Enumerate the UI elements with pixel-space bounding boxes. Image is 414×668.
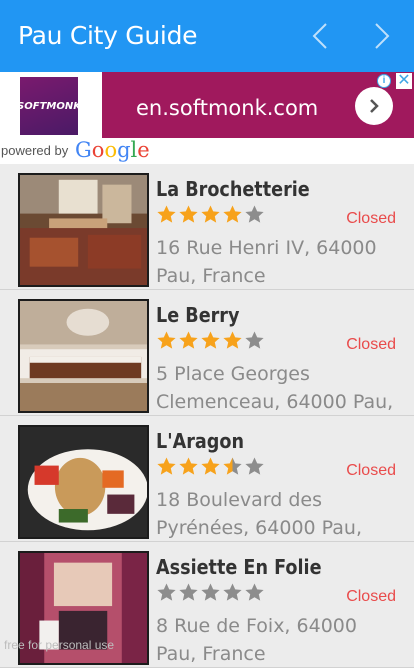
place-name: L'Aragon [156, 429, 244, 453]
star-filled-icon [157, 457, 176, 475]
star-empty-icon [245, 331, 264, 349]
star-empty-icon [223, 583, 242, 601]
softmonk-logo: SOFTMONK [17, 77, 81, 135]
next-button[interactable] [364, 18, 400, 54]
star-empty-icon [179, 583, 198, 601]
place-address: 18 Boulevard des Pyrénées, 64000 Pau, [156, 489, 362, 539]
star-empty-icon [201, 583, 220, 601]
star-empty-icon [245, 205, 264, 223]
ad-banner[interactable]: SOFTMONK en.softmonk.com i ✕ [0, 72, 414, 138]
chevron-right-icon [370, 99, 379, 113]
list-item[interactable]: L'Aragon Closed 18 Boulevard des Pyrénée… [0, 416, 414, 542]
ad-domain: en.softmonk.com [136, 96, 319, 120]
star-empty-icon [245, 583, 264, 601]
google-logo: Google [75, 138, 150, 162]
rating-stars [156, 204, 265, 226]
star-filled-icon [223, 205, 242, 223]
ad-logo-box: SOFTMONK [0, 72, 102, 138]
star-filled-icon [157, 331, 176, 349]
star-filled-icon [201, 457, 220, 475]
app-title: Pau City Guide [18, 21, 198, 50]
star-filled-icon [201, 205, 220, 223]
place-name: Le Berry [156, 303, 240, 327]
powered-by-text: powered by [1, 143, 69, 158]
star-filled-icon [223, 331, 242, 349]
ad-info-icon[interactable]: i [377, 74, 391, 88]
place-address: 16 Rue Henri IV, 64000 Pau, France [156, 237, 377, 287]
rating-stars [156, 330, 265, 352]
status-badge: Closed [346, 210, 396, 227]
status-badge: Closed [346, 336, 396, 353]
star-filled-icon [179, 205, 198, 223]
star-half-icon [223, 457, 242, 475]
app-bar: Pau City Guide [0, 0, 414, 72]
star-filled-icon [201, 331, 220, 349]
ad-go-button[interactable] [355, 87, 393, 125]
place-name: Assiette En Folie [156, 555, 322, 579]
place-photo [18, 425, 149, 539]
star-empty-icon [157, 583, 176, 601]
rating-stars [156, 582, 265, 604]
star-empty-icon [245, 457, 264, 475]
status-badge: Closed [346, 462, 396, 479]
powered-by-google: powered by Google [0, 138, 414, 164]
chevron-left-icon [312, 23, 327, 49]
prev-button[interactable] [302, 18, 338, 54]
list-item[interactable]: Le Berry Closed 5 Place Georges Clemence… [0, 290, 414, 416]
chevron-right-icon [375, 23, 390, 49]
star-filled-icon [179, 331, 198, 349]
place-photo [18, 299, 149, 413]
place-photo [18, 173, 149, 287]
status-badge: Closed [346, 588, 396, 605]
star-filled-icon [179, 457, 198, 475]
place-address: 5 Place Georges Clemenceau, 64000 Pau, [156, 363, 394, 413]
place-name: La Brochetterie [156, 177, 310, 201]
list-item[interactable]: La Brochetterie Closed 16 Rue Henri IV, … [0, 164, 414, 290]
watermark: free for personal use [4, 638, 115, 652]
ad-close-icon[interactable]: ✕ [396, 73, 412, 89]
star-filled-icon [157, 205, 176, 223]
rating-stars [156, 456, 265, 478]
